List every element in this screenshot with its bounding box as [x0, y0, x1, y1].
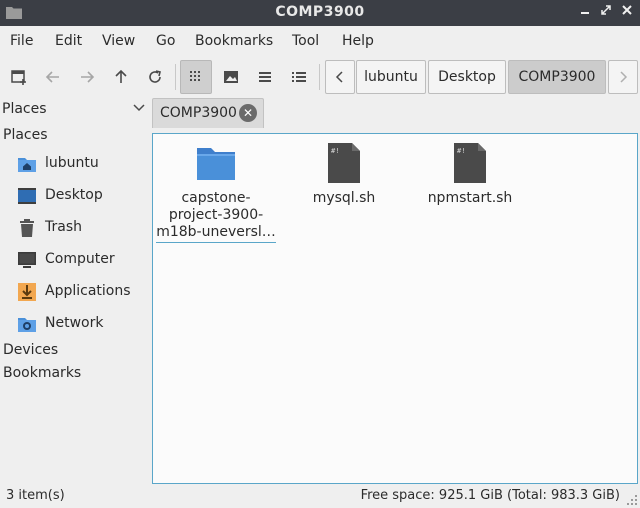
svg-text:#!: #!	[457, 147, 465, 155]
file-item-script[interactable]: #! npmstart.sh	[410, 142, 530, 207]
menu-bar: File Edit View Go Bookmarks Tool Help	[0, 26, 640, 56]
toolbar: lubuntu Desktop COMP3900	[0, 56, 640, 98]
places-section-header[interactable]: Places	[3, 127, 48, 143]
sidebar-item-trash[interactable]: Trash	[0, 214, 148, 242]
svg-text:#!: #!	[331, 147, 339, 155]
sidebar-item-applications[interactable]: Applications	[0, 278, 148, 306]
back-icon[interactable]	[39, 63, 67, 91]
file-name: npmstart.sh	[427, 190, 513, 206]
breadcrumb-comp3900[interactable]: COMP3900	[508, 60, 606, 94]
file-name: capstone- project-3900- m18b-uneversl…	[156, 190, 276, 243]
file-view[interactable]: capstone- project-3900- m18b-uneversl… #…	[152, 133, 638, 484]
breadcrumb-desktop[interactable]: Desktop	[428, 60, 506, 94]
file-name: mysql.sh	[312, 190, 376, 206]
sidebar-item-lubuntu[interactable]: lubuntu	[0, 150, 148, 178]
up-icon[interactable]	[107, 63, 135, 91]
menu-tool[interactable]: Tool	[292, 33, 319, 49]
sidebar-item-desktop[interactable]: Desktop	[0, 182, 148, 210]
breadcrumb-scroll-right[interactable]	[608, 60, 638, 94]
sidebar-item-computer[interactable]: Computer	[0, 246, 148, 274]
menu-view[interactable]: View	[102, 33, 135, 49]
toolbar-separator	[319, 64, 320, 90]
window-title: COMP3900	[275, 4, 365, 20]
tab-label: COMP3900	[160, 105, 237, 121]
thumbnail-view-icon[interactable]	[217, 63, 245, 91]
sidebar-item-network[interactable]: Network	[0, 310, 148, 338]
resize-grip-icon[interactable]	[626, 494, 638, 506]
menu-go[interactable]: Go	[156, 33, 175, 49]
compact-view-icon[interactable]	[251, 63, 279, 91]
free-space: Free space: 925.1 GiB (Total: 983.3 GiB)	[360, 488, 620, 503]
minimize-icon[interactable]	[577, 3, 593, 21]
shell-script-icon: #!	[328, 143, 360, 183]
side-pane: Places lubuntu Desktop Trash Computer Ap…	[0, 124, 148, 484]
title-bar: COMP3900	[0, 0, 640, 26]
breadcrumb-lubuntu[interactable]: lubuntu	[356, 60, 426, 94]
sidebar-item-label: Trash	[45, 219, 82, 235]
shell-script-icon: #!	[454, 143, 486, 183]
home-folder-icon	[18, 158, 36, 172]
folder-icon	[197, 148, 235, 180]
restore-icon[interactable]	[598, 3, 614, 21]
trash-icon	[20, 219, 34, 237]
status-bar: 3 item(s) Free space: 925.1 GiB (Total: …	[0, 484, 640, 508]
side-pane-mode-label: Places	[2, 101, 47, 117]
menu-file[interactable]: File	[10, 33, 33, 49]
menu-help[interactable]: Help	[342, 33, 374, 49]
file-item-script[interactable]: #! mysql.sh	[284, 142, 404, 207]
sidebar-item-label: lubuntu	[45, 155, 99, 171]
close-tab-icon[interactable]: ✕	[239, 104, 257, 122]
devices-section-header[interactable]: Devices	[3, 342, 58, 358]
sidebar-item-label: Computer	[45, 251, 115, 267]
new-window-icon[interactable]	[5, 63, 33, 91]
sidebar-item-label: Applications	[45, 283, 131, 299]
detailed-list-icon[interactable]	[285, 63, 313, 91]
network-icon	[18, 318, 36, 332]
menu-edit[interactable]: Edit	[55, 33, 82, 49]
sidebar-item-label: Desktop	[45, 187, 103, 203]
file-item-folder[interactable]: capstone- project-3900- m18b-uneversl…	[156, 142, 276, 243]
tab-comp3900[interactable]: COMP3900 ✕	[152, 98, 264, 128]
computer-icon	[18, 252, 36, 268]
applications-icon	[18, 283, 36, 301]
desktop-icon	[18, 188, 36, 204]
forward-icon[interactable]	[73, 63, 101, 91]
item-count: 3 item(s)	[6, 488, 65, 503]
reload-icon[interactable]	[141, 63, 169, 91]
side-pane-mode-selector[interactable]: Places	[0, 98, 148, 124]
toolbar-separator	[175, 64, 176, 90]
bookmarks-section-header[interactable]: Bookmarks	[3, 365, 81, 381]
menu-bookmarks[interactable]: Bookmarks	[195, 33, 273, 49]
close-icon[interactable]	[619, 3, 635, 21]
sidebar-item-label: Network	[45, 315, 104, 331]
icon-view-icon[interactable]	[180, 60, 212, 94]
breadcrumb-scroll-left[interactable]	[325, 60, 355, 94]
chevron-down-icon	[133, 104, 145, 112]
